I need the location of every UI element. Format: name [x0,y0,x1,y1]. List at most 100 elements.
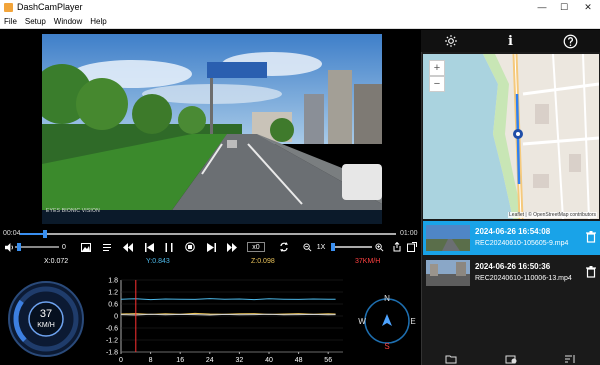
fullscreen-button[interactable] [406,240,418,254]
total-time: 01:00 [400,230,418,237]
next-file-button[interactable] [226,240,238,254]
speedometer-gauge: 37 KM/H [8,281,84,357]
delete-file-button[interactable] [586,230,596,248]
close-button[interactable]: ✕ [578,0,598,14]
menu-help[interactable]: Help [86,17,110,26]
file-thumbnail [426,260,470,286]
info-icon: i [508,33,513,49]
sort-button[interactable] [540,353,600,365]
chart-x-tick-label: 32 [236,357,244,364]
compass-north: N [384,294,390,303]
zoom-out-icon [302,242,311,251]
file-timestamp: 2024-06-26 16:54:08 [475,227,551,236]
chart-y-tick-label: -0.6 [106,326,118,333]
speed-selector[interactable]: x0 [247,242,265,252]
next-frame-button[interactable] [205,240,217,254]
seek-bar[interactable] [20,230,396,238]
compass-west: W [358,317,366,326]
share-icon [393,242,401,252]
file-timestamp: 2024-06-26 16:50:36 [475,262,551,271]
current-time: 00:04 [3,230,21,237]
map-zoom-out-button[interactable]: − [429,76,445,92]
minimize-button[interactable]: — [532,0,552,14]
compass: N S E W [358,294,415,351]
help-button[interactable] [540,30,600,52]
window-title: DashCamPlayer [17,2,83,12]
volume-value: 0 [62,243,66,251]
zoom-out-button[interactable] [302,240,312,254]
speedometer-value: 37 [40,308,52,320]
skip-forward-icon [227,242,237,252]
add-video-icon [505,355,516,364]
speaker-icon [4,242,13,252]
chart-y-tick-label: -1.8 [106,350,118,357]
file-thumbnail [426,225,470,251]
step-back-icon [144,242,154,252]
folder-icon [445,355,457,364]
volume-handle[interactable] [17,243,22,251]
map-tiles [423,54,599,219]
open-folder-button[interactable] [421,353,481,365]
trash-icon [586,266,596,278]
chart-x-tick-label: 8 [149,357,153,364]
dashcam-scene [42,34,382,224]
chart-y-tick-label: 0 [114,314,118,321]
fullscreen-icon [407,242,417,252]
menu-window[interactable]: Window [50,17,86,26]
speed-value: 37KM/H [355,258,381,265]
loop-button[interactable] [278,240,290,254]
skip-back-icon [123,242,133,252]
volume-slider[interactable] [15,246,59,248]
right-toolbar: i [421,30,600,52]
stop-button[interactable] [184,240,196,254]
trash-icon [586,231,596,243]
previous-frame-button[interactable] [143,240,155,254]
list-icon [103,243,111,251]
gear-icon [444,35,457,47]
image-icon [81,242,91,252]
gps-map[interactable]: + − Leaflet | © OpenStreetMap contributo… [423,54,599,219]
zoom-in-button[interactable] [374,240,384,254]
info-button[interactable]: i [481,30,541,52]
sensor-readouts: X:0.072 Y:0.843 Z:0.098 37KM/H [0,256,421,268]
chart-x-tick-label: 16 [176,357,184,364]
playback-controls: 0 x0 1X [0,240,421,254]
accel-x-value: X:0.072 [44,258,69,265]
import-button[interactable] [481,353,541,365]
menu-bar: File Setup Window Help [0,14,600,29]
pause-button[interactable] [163,240,175,254]
app-logo-icon [4,2,13,12]
chart-x-tick-label: 56 [324,357,332,364]
playlist-button[interactable] [102,240,114,254]
video-frame[interactable] [42,34,382,224]
chart-y-tick-label: 1.2 [108,290,118,297]
step-forward-icon [206,242,216,252]
zoom-level: 1X [316,243,326,251]
volume-button[interactable] [3,240,15,254]
menu-setup[interactable]: Setup [21,17,50,26]
file-list-toolbar [421,353,600,365]
delete-file-button[interactable] [586,265,596,283]
compass-needle-icon [382,314,392,326]
seek-handle[interactable] [43,230,48,238]
file-list-item[interactable]: 2024-06-26 16:50:36 REC20240610-110006-1… [423,256,600,290]
previous-file-button[interactable] [122,240,134,254]
seek-progress [20,233,46,235]
chart-x-tick-label: 40 [265,357,273,364]
settings-button[interactable] [421,30,481,52]
chart-x-tick-label: 0 [119,357,123,364]
export-button[interactable] [391,240,403,254]
compass-south: S [384,342,389,351]
maximize-button[interactable]: ☐ [554,0,574,14]
sort-icon [565,355,575,363]
menu-file[interactable]: File [0,17,21,26]
pause-icon [165,242,173,252]
snapshot-button[interactable] [80,240,92,254]
zoom-slider[interactable] [330,240,374,254]
timeline: 00:04 01:00 [0,226,421,240]
map-zoom-in-button[interactable]: + [429,60,445,76]
map-attribution[interactable]: Leaflet | © OpenStreetMap contributors [508,212,597,218]
file-list-item[interactable]: 2024-06-26 16:54:08 REC20240610-105605-9… [423,221,600,255]
chart-x-tick-label: 48 [295,357,303,364]
compass-east: E [410,317,415,326]
